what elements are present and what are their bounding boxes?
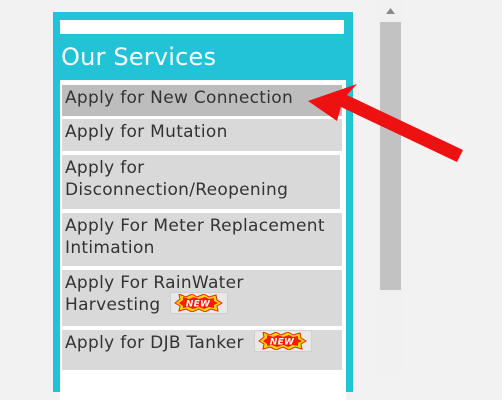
new-starburst-icon: NEW	[174, 294, 224, 312]
new-badge: NEW	[170, 292, 229, 314]
menu-item-mutation[interactable]: Apply for Mutation	[62, 119, 342, 151]
menu-item-label: Apply for Mutation	[65, 122, 228, 142]
menu-item-label: Apply for New Connection	[65, 88, 294, 108]
menu-item-label: Apply For Meter Replacement Intimation	[65, 216, 325, 258]
menu-item-disconnection[interactable]: Apply for Disconnection/Reopening	[62, 155, 340, 209]
new-badge: NEW	[253, 330, 312, 352]
chevron-up-icon	[386, 8, 395, 14]
services-panel: Our Services Apply for New Connection Ap…	[53, 12, 353, 400]
scroll-thumb[interactable]	[380, 22, 401, 290]
scroll-up-button[interactable]	[378, 0, 403, 22]
menu-item-label: Apply for DJB Tanker	[65, 333, 244, 353]
menu-item-meter-replacement[interactable]: Apply For Meter Replacement Intimation	[62, 213, 342, 266]
new-badge-text: NEW	[269, 338, 294, 348]
services-menu: Apply for New Connection Apply for Mutat…	[60, 80, 346, 400]
menu-item-new-connection[interactable]: Apply for New Connection	[62, 85, 342, 116]
new-starburst-icon: NEW	[257, 332, 307, 350]
menu-item-rainwater-harvesting[interactable]: Apply For RainWater Harvesting NEW	[62, 270, 342, 326]
vertical-scrollbar[interactable]	[378, 0, 403, 375]
new-badge-text: NEW	[186, 300, 211, 310]
services-panel-title: Our Services	[61, 43, 217, 71]
panel-top-strip	[60, 20, 344, 34]
menu-item-label: Apply for Disconnection/Reopening	[65, 158, 289, 200]
menu-item-djb-tanker[interactable]: Apply for DJB Tanker NEW	[62, 330, 342, 370]
